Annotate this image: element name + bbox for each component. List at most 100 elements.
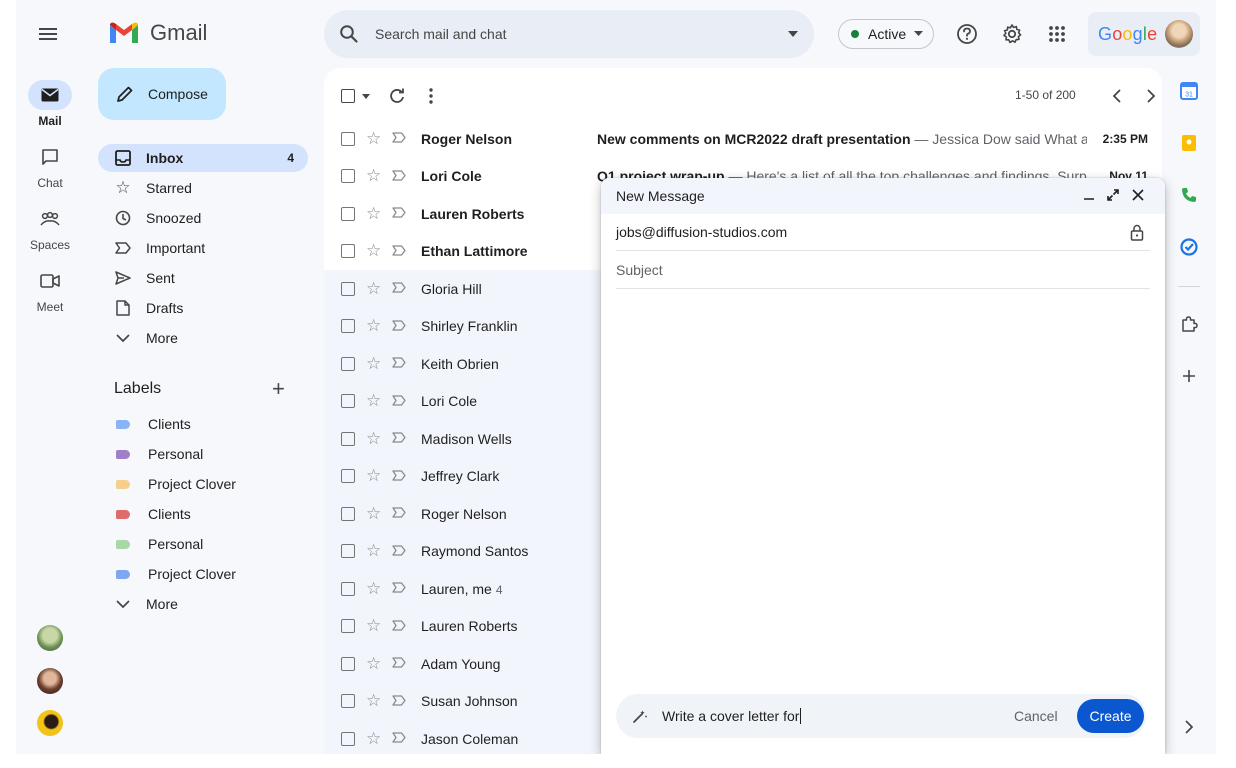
row-checkbox[interactable] xyxy=(341,206,355,221)
row-checkbox[interactable] xyxy=(341,731,355,746)
hide-side-panel-button[interactable] xyxy=(1176,714,1202,740)
sidebar-item-snoozed[interactable]: Snoozed xyxy=(98,204,308,232)
sidebar-item-more[interactable]: More xyxy=(98,324,308,352)
main-menu-button[interactable] xyxy=(34,22,62,46)
create-button[interactable]: Create xyxy=(1077,699,1144,733)
star-icon[interactable]: ☆ xyxy=(366,354,381,374)
subject-field[interactable]: Subject xyxy=(616,252,1150,289)
sidebar-item-inbox[interactable]: Inbox 4 xyxy=(98,144,308,172)
important-marker-icon[interactable] xyxy=(392,394,406,409)
star-icon[interactable]: ☆ xyxy=(366,279,381,299)
row-checkbox[interactable] xyxy=(341,131,355,146)
important-marker-icon[interactable] xyxy=(392,544,406,559)
row-checkbox[interactable] xyxy=(341,581,355,596)
star-icon[interactable]: ☆ xyxy=(366,166,381,186)
rail-item-mail[interactable]: Mail xyxy=(16,80,84,128)
lock-icon[interactable] xyxy=(1130,224,1144,241)
voice-app-button[interactable] xyxy=(1176,182,1202,208)
search-icon[interactable] xyxy=(339,24,359,44)
sidebar-item-starred[interactable]: ☆ Starred xyxy=(98,174,308,202)
star-icon[interactable]: ☆ xyxy=(366,391,381,411)
row-checkbox[interactable] xyxy=(341,244,355,259)
rail-item-chat[interactable]: Chat xyxy=(16,142,84,190)
rail-item-spaces[interactable]: Spaces xyxy=(16,204,84,252)
row-checkbox[interactable] xyxy=(341,656,355,671)
cancel-button[interactable]: Cancel xyxy=(1014,708,1058,724)
star-icon[interactable]: ☆ xyxy=(366,504,381,524)
labels-more[interactable]: More xyxy=(98,590,308,618)
compose-header[interactable]: New Message xyxy=(601,178,1165,214)
prompt-input[interactable]: Write a cover letter for xyxy=(662,708,802,724)
select-all-checkbox[interactable] xyxy=(341,89,355,103)
important-marker-icon[interactable] xyxy=(392,656,406,671)
status-selector[interactable]: Active xyxy=(838,19,934,49)
get-addons-button[interactable] xyxy=(1176,363,1202,389)
row-checkbox[interactable] xyxy=(341,619,355,634)
label-item[interactable]: Project Clover xyxy=(98,560,308,588)
star-icon[interactable]: ☆ xyxy=(366,616,381,636)
important-marker-icon[interactable] xyxy=(392,319,406,334)
more-vert-icon[interactable] xyxy=(428,87,434,105)
star-icon[interactable]: ☆ xyxy=(366,579,381,599)
account-switcher[interactable]: Google xyxy=(1088,12,1200,56)
calendar-app-button[interactable]: 31 xyxy=(1176,78,1202,104)
contact-avatar[interactable] xyxy=(37,668,63,694)
important-marker-icon[interactable] xyxy=(392,281,406,296)
row-checkbox[interactable] xyxy=(341,469,355,484)
row-checkbox[interactable] xyxy=(341,169,355,184)
tasks-app-button[interactable] xyxy=(1176,234,1202,260)
table-row[interactable]: ☆ Roger Nelson New comments on MCR2022 dra… xyxy=(324,120,1162,158)
important-marker-icon[interactable] xyxy=(392,619,406,634)
label-item[interactable]: Project Clover xyxy=(98,470,308,498)
refresh-icon[interactable] xyxy=(388,87,406,105)
important-marker-icon[interactable] xyxy=(392,169,406,184)
search-options-icon[interactable] xyxy=(787,30,799,38)
row-checkbox[interactable] xyxy=(341,544,355,559)
sidebar-item-drafts[interactable]: Drafts xyxy=(98,294,308,322)
star-icon[interactable]: ☆ xyxy=(366,729,381,749)
chevron-right-icon[interactable] xyxy=(1146,89,1156,103)
search-input[interactable]: Search mail and chat xyxy=(375,26,507,42)
label-item[interactable]: Clients xyxy=(98,410,308,438)
important-marker-icon[interactable] xyxy=(392,206,406,221)
star-icon[interactable]: ☆ xyxy=(366,466,381,486)
contact-avatar[interactable] xyxy=(37,710,63,736)
row-checkbox[interactable] xyxy=(341,281,355,296)
important-marker-icon[interactable] xyxy=(392,581,406,596)
keep-app-button[interactable] xyxy=(1176,130,1202,156)
sidebar-item-important[interactable]: Important xyxy=(98,234,308,262)
settings-button[interactable] xyxy=(999,21,1025,47)
row-checkbox[interactable] xyxy=(341,506,355,521)
sidebar-item-sent[interactable]: Sent xyxy=(98,264,308,292)
row-checkbox[interactable] xyxy=(341,431,355,446)
star-icon[interactable]: ☆ xyxy=(366,429,381,449)
row-checkbox[interactable] xyxy=(341,319,355,334)
select-options-icon[interactable] xyxy=(362,94,370,99)
label-item[interactable]: Personal xyxy=(98,440,308,468)
important-marker-icon[interactable] xyxy=(392,356,406,371)
row-checkbox[interactable] xyxy=(341,694,355,709)
star-icon[interactable]: ☆ xyxy=(366,129,381,149)
recipients-field[interactable]: jobs@diffusion-studios.com xyxy=(616,214,1150,251)
search-bar[interactable]: Search mail and chat xyxy=(324,10,814,58)
star-icon[interactable]: ☆ xyxy=(366,241,381,261)
star-icon[interactable]: ☆ xyxy=(366,691,381,711)
compose-button[interactable]: Compose xyxy=(98,68,226,120)
star-icon[interactable]: ☆ xyxy=(366,654,381,674)
gmail-logo[interactable]: Gmail xyxy=(108,20,207,46)
contact-avatar[interactable] xyxy=(37,625,63,651)
chevron-left-icon[interactable] xyxy=(1112,89,1122,103)
fullscreen-button[interactable] xyxy=(1103,185,1123,205)
important-marker-icon[interactable] xyxy=(392,694,406,709)
label-item[interactable]: Personal xyxy=(98,530,308,558)
star-icon[interactable]: ☆ xyxy=(366,316,381,336)
rail-item-meet[interactable]: Meet xyxy=(16,266,84,314)
row-checkbox[interactable] xyxy=(341,356,355,371)
minimize-button[interactable] xyxy=(1079,185,1099,205)
important-marker-icon[interactable] xyxy=(392,469,406,484)
important-marker-icon[interactable] xyxy=(392,244,406,259)
label-item[interactable]: Clients xyxy=(98,500,308,528)
star-icon[interactable]: ☆ xyxy=(366,541,381,561)
important-marker-icon[interactable] xyxy=(392,131,406,146)
help-button[interactable] xyxy=(954,21,980,47)
